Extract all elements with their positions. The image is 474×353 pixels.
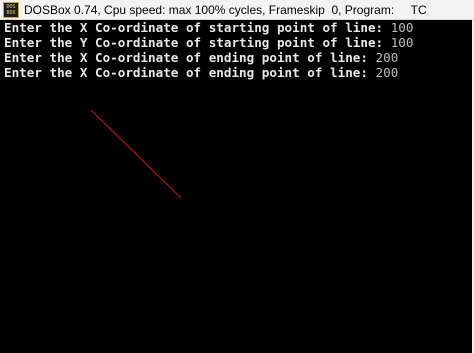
app-icon-label: DOS BOX — [6, 4, 16, 16]
title-bar[interactable]: DOS BOX DOSBox 0.74, Cpu speed: max 100%… — [0, 0, 474, 20]
window-title: DOSBox 0.74, Cpu speed: max 100% cycles,… — [24, 3, 427, 17]
dosbox-window: DOS BOX DOSBox 0.74, Cpu speed: max 100%… — [0, 0, 474, 353]
graphics-canvas — [90, 109, 182, 199]
drawn-line — [90, 109, 182, 199]
dosbox-app-icon[interactable]: DOS BOX — [3, 2, 19, 18]
